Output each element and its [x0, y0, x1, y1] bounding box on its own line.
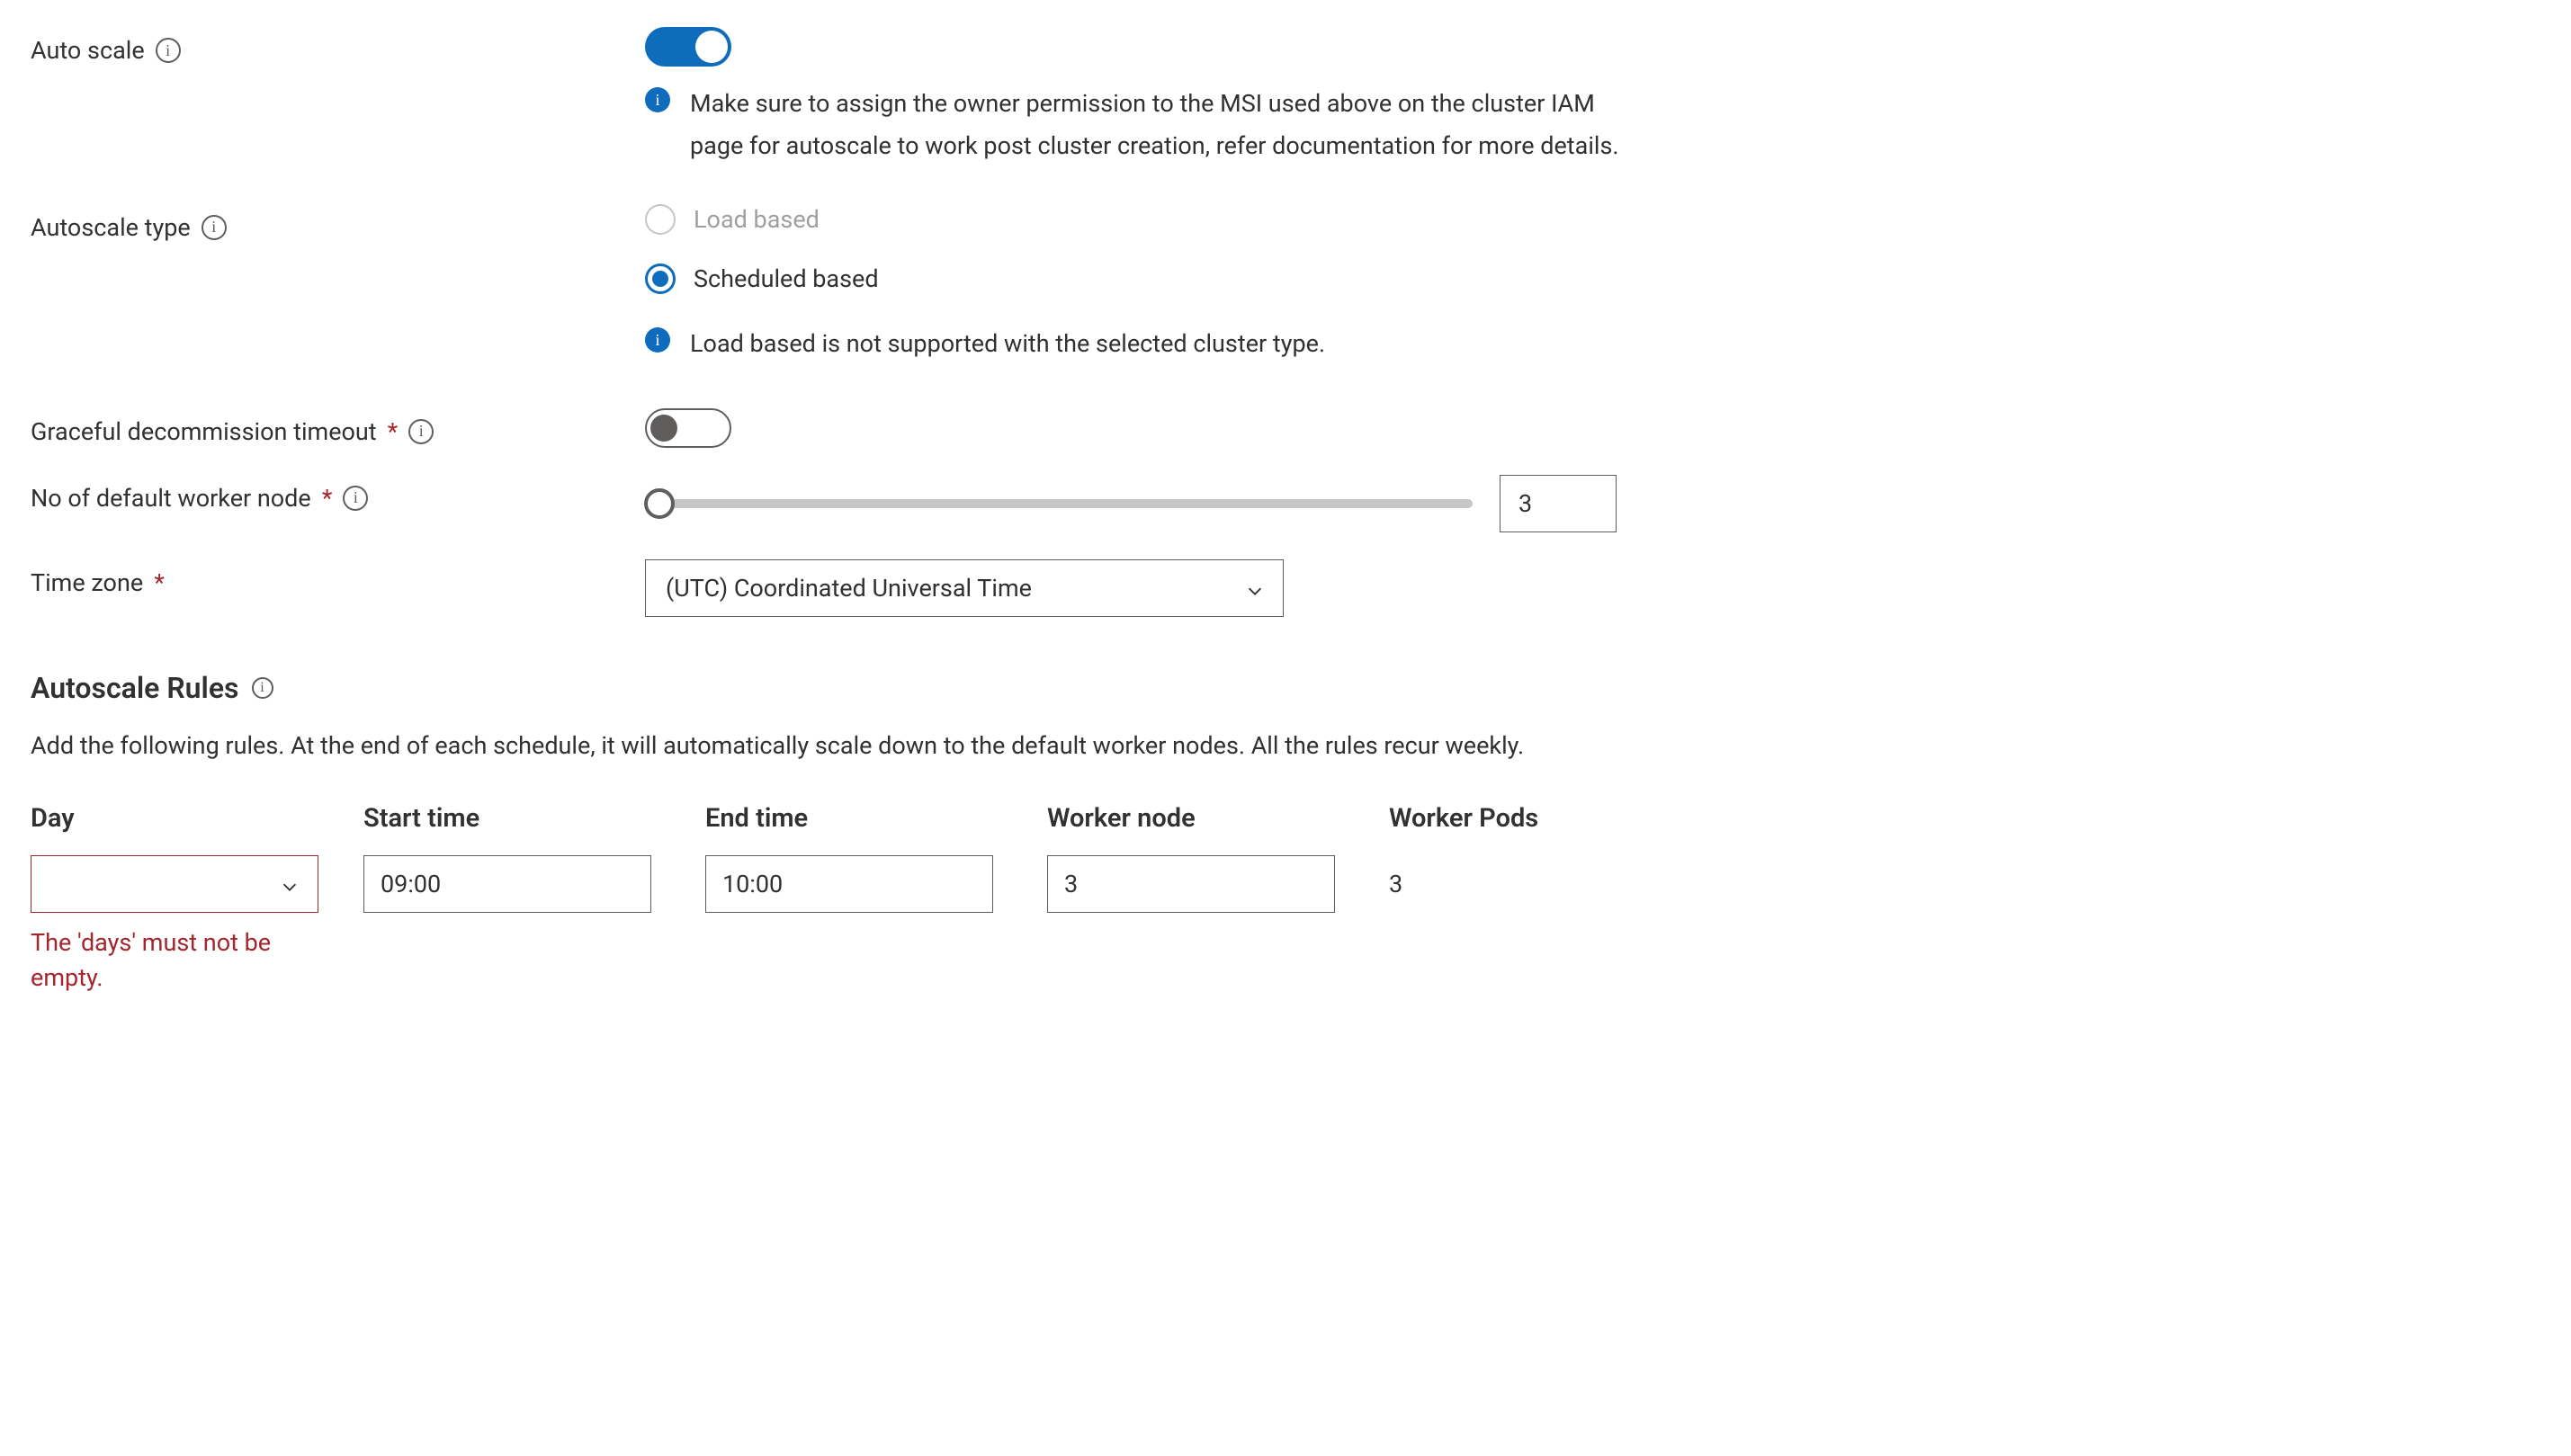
- autoscale-rules-heading: Autoscale Rules: [31, 671, 2571, 705]
- rule-start-time-input[interactable]: [363, 855, 651, 913]
- default-worker-node-label: No of default worker node *: [31, 475, 645, 513]
- autoscale-label: Auto scale: [31, 27, 645, 65]
- col-day: Day: [31, 803, 363, 855]
- autoscale-info-message: Make sure to assign the owner permission…: [645, 83, 1635, 168]
- chevron-down-icon: [1245, 578, 1265, 598]
- rules-table-row: The 'days' must not be empty. 3: [31, 855, 2571, 996]
- timezone-select[interactable]: (UTC) Coordinated Universal Time: [645, 559, 1284, 617]
- rule-end-time-input[interactable]: [705, 855, 993, 913]
- timezone-label: Time zone *: [31, 559, 645, 597]
- default-worker-node-input[interactable]: [1500, 475, 1617, 532]
- rule-day-error: The 'days' must not be empty.: [31, 925, 318, 996]
- default-worker-node-label-text: No of default worker node: [31, 484, 311, 513]
- autoscale-rules-heading-text: Autoscale Rules: [31, 671, 239, 705]
- autoscale-type-label: Autoscale type: [31, 204, 645, 242]
- rule-day-select[interactable]: [31, 855, 318, 913]
- autoscale-type-load-based-radio: Load based: [645, 204, 1325, 235]
- rule-worker-pods-value: 3: [1389, 855, 1713, 898]
- timezone-value: (UTC) Coordinated Universal Time: [666, 574, 1032, 603]
- autoscale-type-note-text: Load based is not supported with the sel…: [690, 323, 1325, 365]
- autoscale-rules-desc: Add the following rules. At the end of e…: [31, 728, 1659, 764]
- info-badge-icon: [645, 87, 670, 112]
- col-start-time: Start time: [363, 803, 705, 855]
- rule-worker-node-input[interactable]: [1047, 855, 1335, 913]
- graceful-timeout-label-text: Graceful decommission timeout: [31, 417, 377, 446]
- autoscale-type-note: Load based is not supported with the sel…: [645, 323, 1325, 365]
- info-icon[interactable]: [202, 215, 227, 240]
- info-icon[interactable]: [156, 38, 181, 63]
- rules-table-header: Day Start time End time Worker node Work…: [31, 803, 2571, 855]
- info-icon[interactable]: [408, 419, 434, 444]
- graceful-timeout-label: Graceful decommission timeout *: [31, 408, 645, 446]
- autoscale-label-text: Auto scale: [31, 36, 145, 65]
- info-badge-icon: [645, 327, 670, 353]
- col-end-time: End time: [705, 803, 1047, 855]
- default-worker-node-slider[interactable]: [645, 499, 1473, 508]
- timezone-label-text: Time zone: [31, 568, 143, 597]
- autoscale-info-text: Make sure to assign the owner permission…: [690, 83, 1635, 168]
- info-icon[interactable]: [252, 677, 273, 699]
- info-icon[interactable]: [343, 486, 368, 511]
- graceful-timeout-toggle[interactable]: [645, 408, 731, 448]
- chevron-down-icon: [280, 874, 300, 894]
- col-worker-node: Worker node: [1047, 803, 1389, 855]
- autoscale-toggle[interactable]: [645, 27, 731, 67]
- autoscale-type-scheduled-radio[interactable]: Scheduled based: [645, 264, 1325, 294]
- autoscale-type-label-text: Autoscale type: [31, 213, 191, 242]
- autoscale-type-load-label: Load based: [694, 205, 820, 234]
- col-worker-pods: Worker Pods: [1389, 803, 1731, 855]
- autoscale-type-scheduled-label: Scheduled based: [694, 264, 879, 293]
